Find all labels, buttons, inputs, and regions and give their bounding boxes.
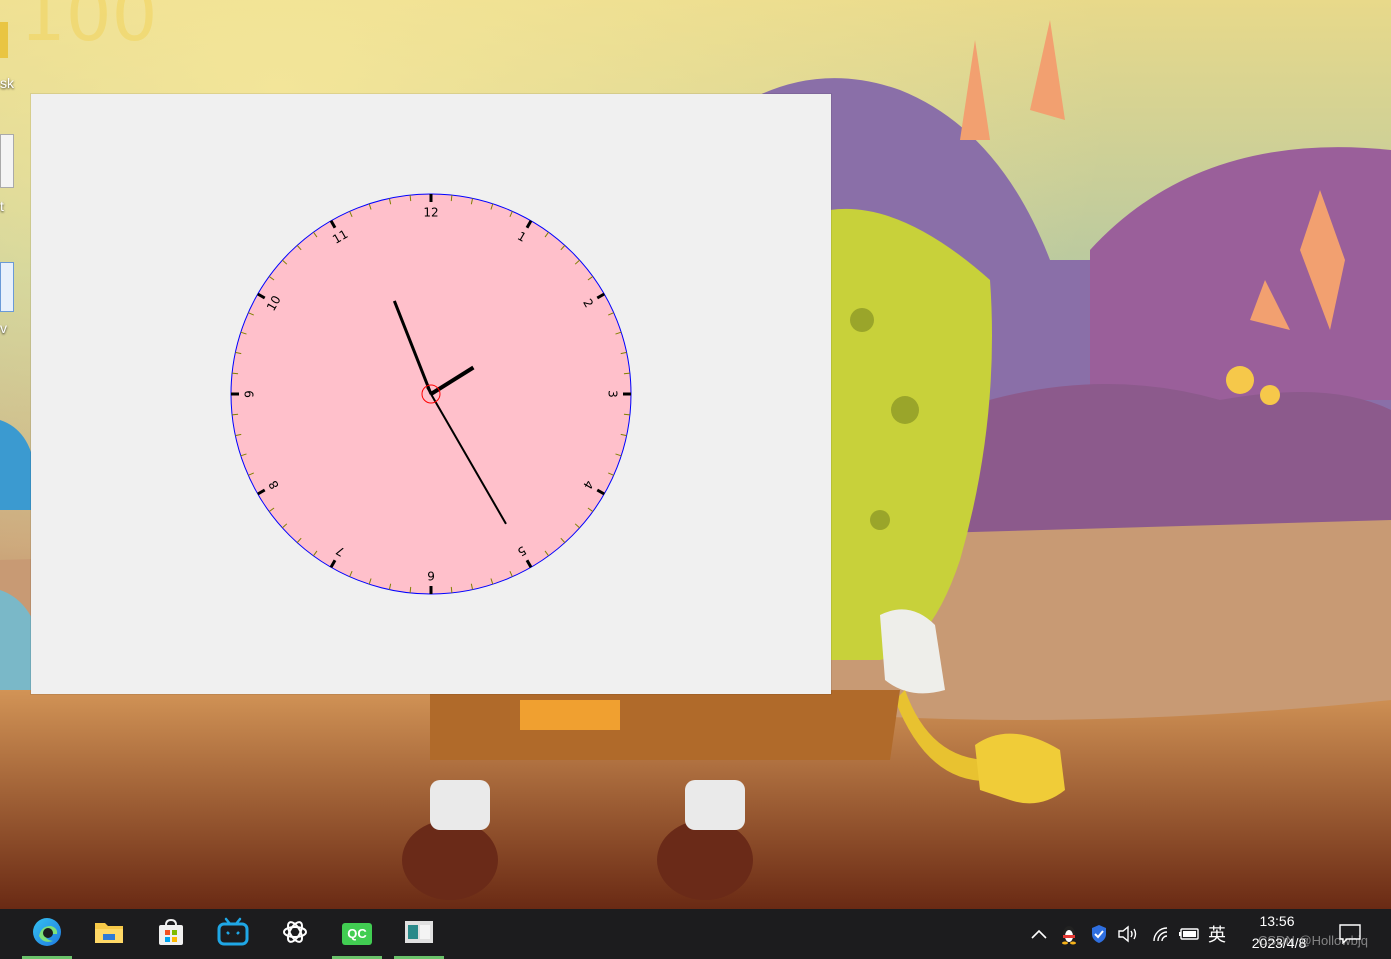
folder-icon — [94, 919, 124, 950]
qt-creator-icon: QC — [342, 923, 372, 945]
minute-tick — [450, 586, 453, 593]
clock-number: 6 — [427, 569, 435, 583]
show-hidden-icons-chevron-up-icon[interactable] — [1028, 922, 1050, 946]
taskbar-bilibili[interactable] — [208, 909, 258, 959]
desktop-shortcut-label: sk — [0, 75, 14, 91]
minute-tick — [450, 195, 453, 202]
bilibili-tv-icon — [217, 917, 249, 952]
input-method-label: 英 — [1208, 925, 1226, 945]
tray-clock-time[interactable]: 13:56 — [1252, 913, 1302, 929]
analog-clock: 121234567891011 — [230, 193, 632, 595]
minute-tick — [409, 195, 412, 202]
minute-tick — [623, 372, 630, 375]
volume-speaker-icon[interactable] — [1116, 922, 1140, 946]
clock-app-window[interactable]: 12 1 2 3 4 5 6 7 8 9 10 11 — [31, 94, 831, 694]
minute-tick — [232, 413, 239, 416]
clock-number: 9 — [243, 390, 257, 398]
chatgpt-icon — [280, 917, 310, 952]
taskbar-microsoft-store[interactable] — [146, 909, 196, 959]
qq-penguin-icon[interactable] — [1058, 922, 1080, 946]
text-file-label: v — [0, 320, 7, 336]
clock-number: 12 — [423, 206, 438, 220]
text-file-icon[interactable] — [0, 262, 14, 312]
clock-number: 3 — [606, 390, 620, 398]
document-file-icon[interactable] — [0, 134, 14, 188]
csdn-watermark: CSDN @Hollowbjq — [1258, 933, 1369, 948]
wifi-network-icon[interactable] — [1150, 922, 1172, 946]
minute-tick — [409, 586, 412, 593]
taskbar-chatgpt[interactable] — [270, 909, 320, 959]
svg-text:100: 100 — [20, 0, 157, 57]
store-bag-icon — [157, 918, 185, 951]
taskbar-clock-app[interactable] — [394, 909, 444, 959]
taskbar-qt-creator[interactable]: QC — [332, 909, 382, 959]
minute-tick — [623, 413, 630, 416]
input-method-indicator[interactable]: 英 — [1204, 922, 1230, 946]
app-window-icon — [404, 920, 434, 949]
taskbar-file-explorer[interactable] — [84, 909, 134, 959]
taskbar: QC 英 — [0, 909, 1391, 959]
security-shield-icon[interactable] — [1088, 922, 1110, 946]
desktop-shortcut-icon[interactable] — [0, 22, 8, 58]
battery-icon[interactable] — [1178, 922, 1202, 946]
edge-icon — [31, 916, 63, 953]
taskbar-edge[interactable] — [22, 909, 72, 959]
minute-tick — [232, 372, 239, 375]
document-file-label: t — [0, 198, 4, 214]
